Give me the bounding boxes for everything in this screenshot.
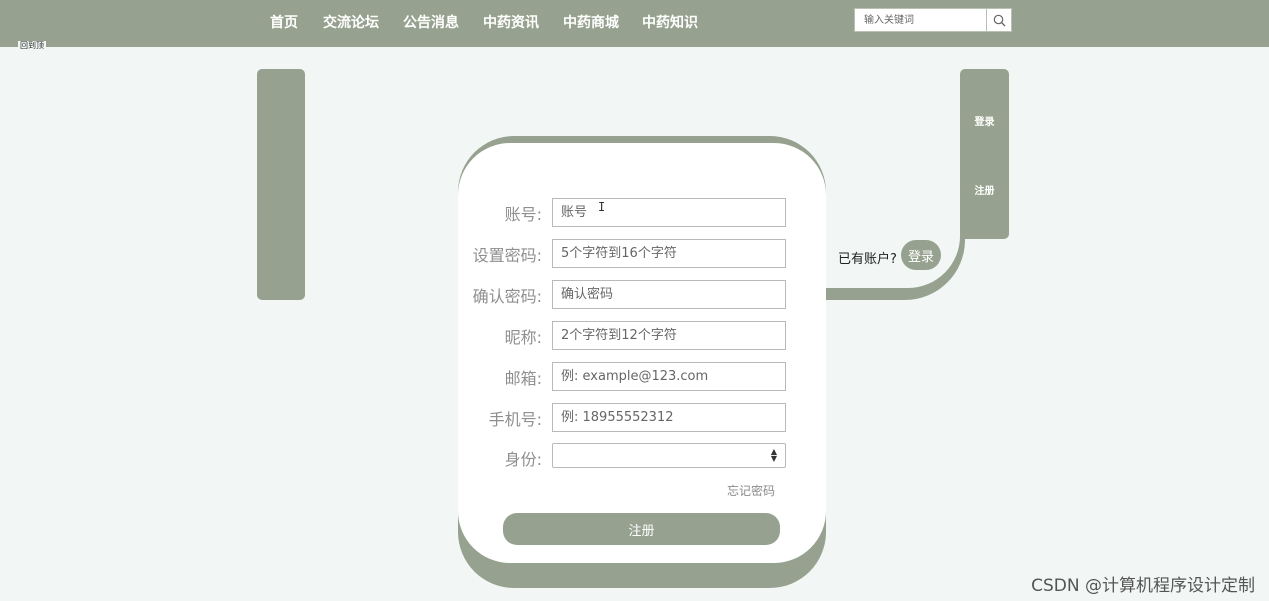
password-input[interactable] xyxy=(552,239,786,268)
select-arrows-icon: ▲ ▼ xyxy=(770,447,777,463)
search-input[interactable] xyxy=(855,9,988,31)
password-label: 设置密码: xyxy=(472,246,542,265)
nav-home[interactable]: 首页 xyxy=(270,12,298,32)
search-icon xyxy=(993,14,1005,26)
top-nav-bar: 首页 交流论坛 公告消息 中药资讯 中药商城 中药知识 xyxy=(0,0,1269,47)
search-box xyxy=(854,8,1012,32)
identity-label: 身份: xyxy=(504,450,542,469)
text-cursor-icon: I xyxy=(598,200,606,214)
email-label: 邮箱: xyxy=(504,369,542,388)
phone-input[interactable] xyxy=(552,403,786,432)
switch-to-login-button[interactable]: 登录 xyxy=(901,240,941,270)
nav-shop[interactable]: 中药商城 xyxy=(563,12,619,32)
nav-news[interactable]: 中药资讯 xyxy=(483,12,539,32)
right-auth-panel: 登录 注册 xyxy=(960,69,1009,239)
confirm-password-label: 确认密码: xyxy=(472,287,542,306)
nickname-input[interactable] xyxy=(552,321,786,350)
confirm-password-input[interactable] xyxy=(552,280,786,309)
phone-label: 手机号: xyxy=(488,410,542,429)
left-decor-panel xyxy=(257,69,305,300)
nav-knowledge[interactable]: 中药知识 xyxy=(642,12,698,32)
register-submit-button[interactable]: 注册 xyxy=(503,513,780,545)
side-login-link[interactable]: 登录 xyxy=(960,113,1009,128)
back-to-top-link[interactable]: 回到顶 xyxy=(18,41,46,51)
has-account-prompt: 已有账户? xyxy=(838,252,897,267)
side-register-link[interactable]: 注册 xyxy=(960,182,1009,197)
account-input[interactable] xyxy=(552,198,786,227)
nav-forum[interactable]: 交流论坛 xyxy=(323,12,379,32)
email-input[interactable] xyxy=(552,362,786,391)
nickname-label: 昵称: xyxy=(504,328,542,347)
account-label: 账号: xyxy=(504,205,542,224)
forgot-password-link[interactable]: 忘记密码 xyxy=(727,482,775,499)
nav-announcements[interactable]: 公告消息 xyxy=(403,12,459,32)
identity-select[interactable]: ▲ ▼ xyxy=(552,443,786,468)
search-button[interactable] xyxy=(986,9,1011,31)
watermark: CSDN @计算机程序设计定制 xyxy=(1031,576,1255,596)
